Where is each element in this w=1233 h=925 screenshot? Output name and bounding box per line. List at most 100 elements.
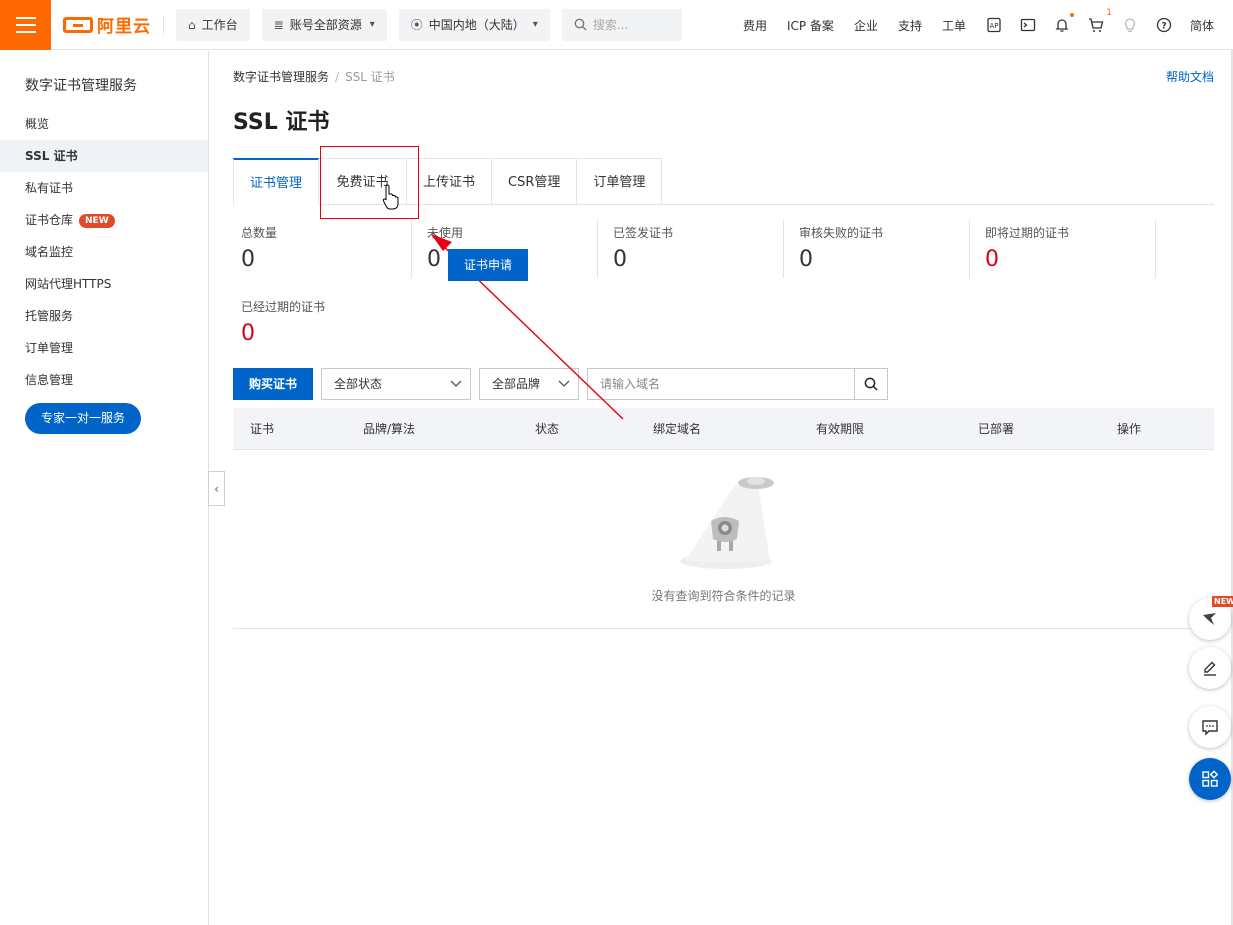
stat-expired: 已经过期的证书 0 bbox=[241, 298, 427, 356]
certificate-apply-button[interactable]: 证书申请 bbox=[448, 249, 528, 281]
breadcrumb-current: SSL 证书 bbox=[345, 70, 395, 84]
empty-state-illustration bbox=[680, 477, 774, 569]
stat-value: 0 bbox=[241, 247, 255, 272]
stat-divider bbox=[411, 220, 412, 278]
workbench-button[interactable]: ⌂ 工作台 bbox=[176, 8, 250, 41]
aliyun-logo[interactable]: 阿里云 bbox=[63, 14, 164, 37]
stat-label: 已签发证书 bbox=[613, 226, 674, 240]
tab-upload-certificate[interactable]: 上传证书 bbox=[407, 158, 493, 205]
domain-search-button[interactable] bbox=[854, 368, 888, 400]
fee-link[interactable]: 费用 bbox=[743, 17, 767, 34]
stat-value: 0 bbox=[613, 247, 627, 272]
stat-label: 审核失败的证书 bbox=[799, 226, 884, 240]
sidebar-item-label: 网站代理HTTPS bbox=[25, 277, 112, 291]
status-select-value: 全部状态 bbox=[334, 377, 383, 391]
global-search-input[interactable]: 搜索... bbox=[561, 8, 682, 41]
brand-select[interactable]: 全部品牌 bbox=[479, 368, 579, 400]
float-button-apps[interactable] bbox=[1189, 758, 1231, 800]
sidebar-item-label: 托管服务 bbox=[25, 309, 74, 323]
column-header: 状态 bbox=[535, 422, 560, 436]
sidebar-item-domain-monitor[interactable]: 域名监控 bbox=[0, 236, 208, 268]
sidebar-item-private-certificate[interactable]: 私有证书 bbox=[0, 172, 208, 204]
sidebar-title: 数字证书管理服务 bbox=[25, 78, 137, 94]
stat-total: 总数量 0 bbox=[241, 224, 427, 282]
annotation-highlight-box bbox=[320, 146, 419, 219]
home-icon: ⌂ bbox=[188, 17, 196, 32]
sidebar-collapse-handle[interactable]: ‹ bbox=[208, 471, 225, 506]
sidebar-item-https-proxy[interactable]: 网站代理HTTPS bbox=[0, 268, 208, 300]
column-header: 绑定域名 bbox=[653, 422, 702, 436]
help-question-icon[interactable]: ? bbox=[1156, 17, 1172, 33]
sidebar-item-info-management[interactable]: 信息管理 bbox=[0, 364, 208, 396]
search-icon bbox=[864, 377, 878, 391]
edit-pen-icon bbox=[1204, 661, 1216, 676]
icp-link[interactable]: ICP 备案 bbox=[787, 17, 834, 34]
page-title: SSL 证书 bbox=[233, 110, 330, 135]
sidebar-item-overview[interactable]: 概览 bbox=[0, 108, 208, 140]
hamburger-menu-button[interactable] bbox=[0, 0, 51, 50]
terminal-icon[interactable] bbox=[1020, 17, 1036, 33]
ticket-link[interactable]: 工单 bbox=[942, 17, 966, 34]
expert-service-button[interactable]: 专家一对一服务 bbox=[25, 403, 141, 434]
stat-value: 0 bbox=[241, 321, 255, 346]
search-icon bbox=[574, 18, 587, 31]
buy-certificate-button[interactable]: 购买证书 bbox=[233, 368, 313, 400]
domain-search-input[interactable]: 请输入域名 bbox=[587, 368, 855, 400]
breadcrumb-root[interactable]: 数字证书管理服务 bbox=[233, 70, 329, 84]
region-selector[interactable]: ⦿ 中国内地（大陆） ▾ bbox=[398, 8, 550, 41]
stat-label: 已经过期的证书 bbox=[241, 300, 326, 314]
chevron-down-icon: ▾ bbox=[369, 19, 375, 30]
stat-label: 未使用 bbox=[427, 226, 464, 240]
topbar-right-links: 费用 ICP 备案 企业 支持 工单 AP 1 ? 简体 bbox=[743, 0, 1233, 50]
column-header: 操作 bbox=[1117, 422, 1142, 436]
sidebar-item-label: SSL 证书 bbox=[25, 149, 78, 163]
stat-expiring-soon: 即将过期的证书 0 bbox=[985, 224, 1171, 282]
stat-divider bbox=[597, 220, 598, 278]
sidebar-item-label: 订单管理 bbox=[25, 341, 74, 355]
stack-icon: ≣ bbox=[273, 17, 284, 32]
help-docs-link[interactable]: 帮助文档 bbox=[1166, 68, 1214, 85]
logo-text: 阿里云 bbox=[97, 17, 151, 37]
column-header: 品牌/算法 bbox=[363, 422, 416, 436]
top-navigation-bar: 阿里云 ⌂ 工作台 ≣ 账号全部资源 ▾ ⦿ 中国内地（大陆） ▾ 搜索... … bbox=[0, 0, 1233, 50]
chevron-down-icon bbox=[558, 369, 570, 410]
column-header: 证书 bbox=[250, 422, 275, 436]
chevron-down-icon bbox=[450, 369, 462, 410]
tab-csr-management[interactable]: CSR管理 bbox=[492, 158, 578, 205]
chevron-left-icon: ‹ bbox=[214, 481, 219, 496]
sidebar-item-order-management[interactable]: 订单管理 bbox=[0, 332, 208, 364]
column-header: 已部署 bbox=[978, 422, 1015, 436]
sidebar-item-managed-service[interactable]: 托管服务 bbox=[0, 300, 208, 332]
support-link[interactable]: 支持 bbox=[898, 17, 922, 34]
svg-text:?: ? bbox=[1161, 22, 1166, 32]
search-placeholder: 搜索... bbox=[592, 18, 629, 32]
stat-value: 0 bbox=[985, 247, 999, 272]
tab-certificate-management[interactable]: 证书管理 bbox=[233, 158, 320, 205]
resource-selector[interactable]: ≣ 账号全部资源 ▾ bbox=[261, 8, 387, 41]
menu-bar-line bbox=[15, 30, 36, 33]
sidebar-item-label: 概览 bbox=[25, 117, 50, 131]
sidebar-item-ssl-certificate[interactable]: SSL 证书 bbox=[0, 140, 208, 172]
float-button-feedback[interactable] bbox=[1189, 647, 1231, 689]
cart-count-badge: 1 bbox=[1106, 8, 1112, 18]
cart-icon[interactable]: 1 bbox=[1088, 8, 1112, 33]
language-switch[interactable]: 简体 bbox=[1190, 17, 1214, 34]
region-label: 中国内地（大陆） bbox=[428, 18, 525, 32]
location-pin-icon: ⦿ bbox=[410, 18, 423, 32]
float-button-chat[interactable] bbox=[1189, 706, 1231, 748]
lightbulb-icon[interactable] bbox=[1122, 17, 1138, 33]
empty-state: 没有查询到符合条件的记录 bbox=[233, 451, 1214, 629]
enterprise-link[interactable]: 企业 bbox=[854, 17, 878, 34]
workbench-label: 工作台 bbox=[201, 18, 238, 32]
stat-label: 即将过期的证书 bbox=[985, 226, 1070, 240]
tab-order-management[interactable]: 订单管理 bbox=[577, 158, 663, 205]
sidebar-item-certificate-repository[interactable]: 证书仓库 NEW bbox=[0, 204, 208, 236]
brand-select-value: 全部品牌 bbox=[492, 377, 541, 391]
certificate-table-header: 证书 品牌/算法 状态 绑定域名 有效期限 已部署 操作 bbox=[233, 408, 1214, 450]
menu-bar-line bbox=[15, 23, 36, 26]
bell-icon[interactable] bbox=[1054, 13, 1074, 33]
notification-dot bbox=[1069, 13, 1074, 17]
api-icon[interactable]: AP bbox=[986, 17, 1002, 33]
status-select[interactable]: 全部状态 bbox=[321, 368, 471, 400]
sidebar: 数字证书管理服务 概览 SSL 证书 私有证书 证书仓库 NEW 域名监控 网站代… bbox=[0, 51, 209, 925]
